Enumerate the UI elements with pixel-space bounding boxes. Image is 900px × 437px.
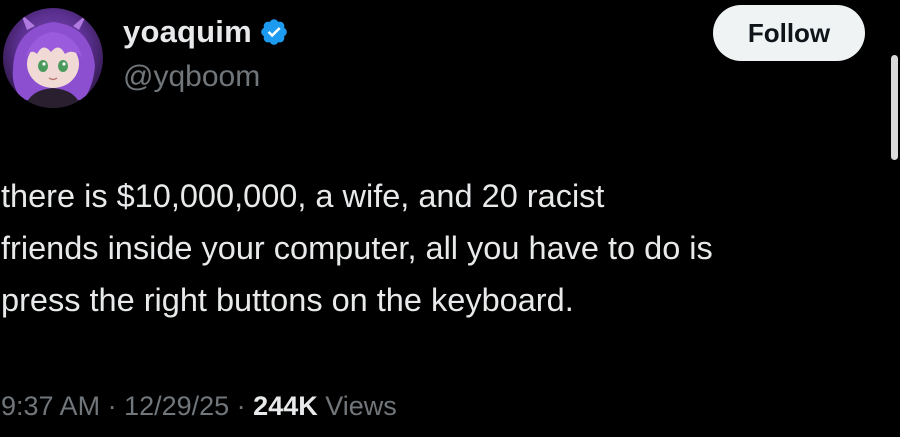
views-label: Views — [325, 391, 397, 421]
author-name-row: yoaquim — [123, 14, 289, 50]
meta-separator: · — [229, 391, 254, 421]
meta-separator: · — [100, 391, 125, 421]
tweet-date[interactable]: 12/29/25 — [124, 391, 229, 421]
tweet-meta: 9:37 AM · 12/29/25 · 244K Views — [1, 391, 397, 422]
tweet-text: there is $10,000,000, a wife, and 20 rac… — [1, 170, 896, 326]
avatar[interactable] — [3, 8, 103, 108]
author-display-name[interactable]: yoaquim — [123, 14, 252, 50]
tweet-text-line: there is $10,000,000, a wife, and 20 rac… — [1, 178, 605, 214]
tweet-text-line: press the right buttons on the keyboard. — [1, 282, 574, 318]
tweet-time[interactable]: 9:37 AM — [1, 391, 100, 421]
author-handle[interactable]: @yqboom — [123, 60, 260, 94]
scrollbar[interactable] — [891, 55, 898, 160]
verified-badge-icon — [259, 17, 289, 47]
tweet-text-line: friends inside your computer, all you ha… — [1, 230, 713, 266]
anime-avatar-icon — [12, 14, 95, 108]
follow-button[interactable]: Follow — [713, 5, 865, 61]
views-count: 244K — [253, 391, 318, 421]
